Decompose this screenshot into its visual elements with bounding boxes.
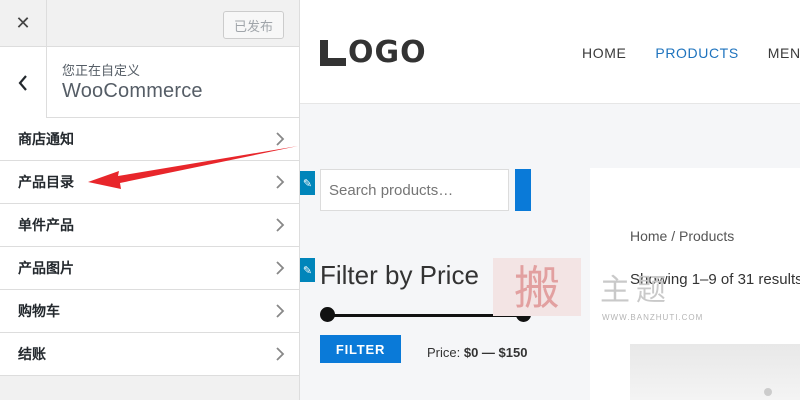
- product-image-detail: [764, 388, 772, 396]
- menu-item-product-images[interactable]: 产品图片: [0, 247, 299, 290]
- svg-text:搬: 搬: [514, 261, 560, 315]
- main-nav: HOME PRODUCTS MEN: [582, 45, 800, 61]
- nav-item-men[interactable]: MEN: [768, 45, 800, 61]
- menu-item-label: 单件产品: [18, 217, 74, 233]
- chevron-right-icon: [276, 261, 285, 275]
- price-label: Price: $0 — $150: [427, 345, 527, 360]
- nav-item-home[interactable]: HOME: [582, 45, 626, 61]
- chevron-right-icon: [276, 132, 285, 146]
- breadcrumb: Home / Products: [630, 228, 735, 244]
- section-title: WooCommerce: [62, 80, 203, 102]
- menu-item-label: 商店通知: [18, 131, 74, 147]
- panel-toolbar: ✕ 已发布: [0, 0, 299, 47]
- product-image[interactable]: [630, 344, 800, 400]
- site-logo[interactable]: OGO: [320, 35, 427, 70]
- watermark-stamp: 搬: [493, 258, 581, 316]
- filter-title: Filter by Price: [320, 260, 479, 290]
- chevron-left-icon: [18, 74, 27, 91]
- search-button[interactable]: [515, 169, 531, 211]
- menu-item-store-notice[interactable]: 商店通知: [0, 118, 299, 161]
- menu-item-product-catalog[interactable]: 产品目录: [0, 161, 299, 204]
- chevron-right-icon: [276, 175, 285, 189]
- menu-item-label: 结账: [18, 346, 46, 362]
- filter-button[interactable]: FILTER: [320, 335, 401, 363]
- back-button[interactable]: [0, 47, 47, 118]
- watermark-url: WWW.BANZHUTI.COM: [602, 313, 704, 322]
- chevron-right-icon: [276, 347, 285, 361]
- chevron-right-icon: [276, 304, 285, 318]
- panel-header: 您正在自定义 WooCommerce: [0, 47, 299, 118]
- price-slider-min-handle[interactable]: [320, 307, 335, 322]
- publish-button[interactable]: 已发布: [223, 11, 284, 39]
- menu-item-single-product[interactable]: 单件产品: [0, 204, 299, 247]
- menu-item-label: 产品图片: [18, 260, 74, 276]
- price-range: $0 — $150: [463, 345, 528, 360]
- price-prefix: Price:: [427, 345, 461, 360]
- logo-text: OGO: [348, 35, 427, 70]
- nav-item-products[interactable]: PRODUCTS: [655, 45, 738, 61]
- product-search: [320, 169, 509, 211]
- chevron-right-icon: [276, 218, 285, 232]
- menu-item-cart[interactable]: 购物车: [0, 290, 299, 333]
- customizer-panel: ✕ 已发布 您正在自定义 WooCommerce 商店通知 产品目录 单件产品 …: [0, 0, 300, 400]
- edit-shortcut-icon[interactable]: ✎: [300, 171, 315, 195]
- section-menu: 商店通知 产品目录 单件产品 产品图片 购物车 结账: [0, 118, 299, 376]
- site-preview: OGO HOME PRODUCTS MEN ✎ ✎ Filter by Pric…: [300, 0, 800, 400]
- menu-item-label: 购物车: [18, 303, 60, 319]
- edit-shortcut-icon[interactable]: ✎: [300, 258, 315, 282]
- watermark-text: 主题: [600, 273, 672, 308]
- site-header: OGO HOME PRODUCTS MEN: [300, 0, 800, 104]
- close-icon[interactable]: ✕: [0, 0, 47, 47]
- menu-item-checkout[interactable]: 结账: [0, 333, 299, 376]
- search-input[interactable]: [329, 182, 499, 199]
- logo-mark: [320, 40, 346, 66]
- menu-item-label: 产品目录: [18, 174, 74, 190]
- customizing-label: 您正在自定义: [62, 63, 141, 78]
